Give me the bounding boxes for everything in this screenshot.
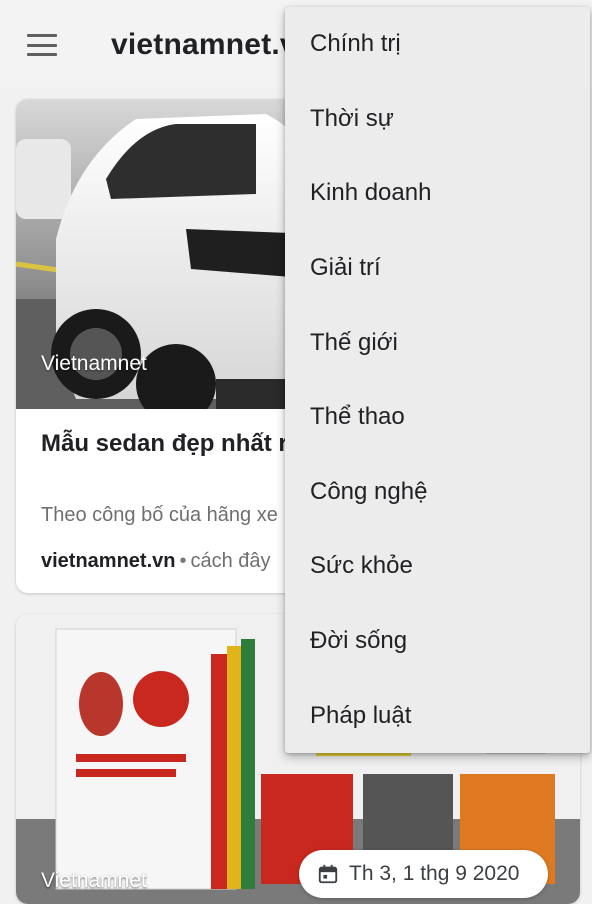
meta-separator: • bbox=[179, 550, 187, 572]
menu-item-the-gioi[interactable]: Thế giới bbox=[285, 305, 590, 380]
article-snippet: Theo công bố của hãng xe bbox=[41, 504, 278, 526]
image-source-label: Vietnamnet bbox=[41, 352, 147, 375]
menu-item-phap-luat[interactable]: Pháp luật bbox=[285, 678, 590, 753]
hamburger-menu-icon[interactable] bbox=[27, 34, 57, 56]
article-source: vietnamnet.vn bbox=[41, 550, 176, 572]
menu-item-cong-nghe[interactable]: Công nghệ bbox=[285, 455, 590, 530]
image-source-label: Vietnamnet bbox=[41, 869, 147, 892]
category-menu: Chính trị Thời sự Kinh doanh Giải trí Th… bbox=[285, 7, 590, 753]
date-chip[interactable]: Th 3, 1 thg 9 2020 bbox=[299, 850, 548, 898]
menu-item-the-thao[interactable]: Thể thao bbox=[285, 380, 590, 455]
calendar-icon bbox=[318, 864, 338, 884]
menu-item-doi-song[interactable]: Đời sống bbox=[285, 604, 590, 679]
menu-item-thoi-su[interactable]: Thời sự bbox=[285, 82, 590, 157]
article-meta: vietnamnet.vn • cách đây bbox=[41, 550, 271, 573]
menu-item-kinh-doanh[interactable]: Kinh doanh bbox=[285, 156, 590, 231]
menu-item-giai-tri[interactable]: Giải trí bbox=[285, 231, 590, 306]
article-time: cách đây bbox=[190, 550, 271, 572]
menu-item-chinh-tri[interactable]: Chính trị bbox=[285, 7, 590, 82]
date-text: Th 3, 1 thg 9 2020 bbox=[349, 862, 520, 885]
menu-item-suc-khoe[interactable]: Sức khỏe bbox=[285, 529, 590, 604]
